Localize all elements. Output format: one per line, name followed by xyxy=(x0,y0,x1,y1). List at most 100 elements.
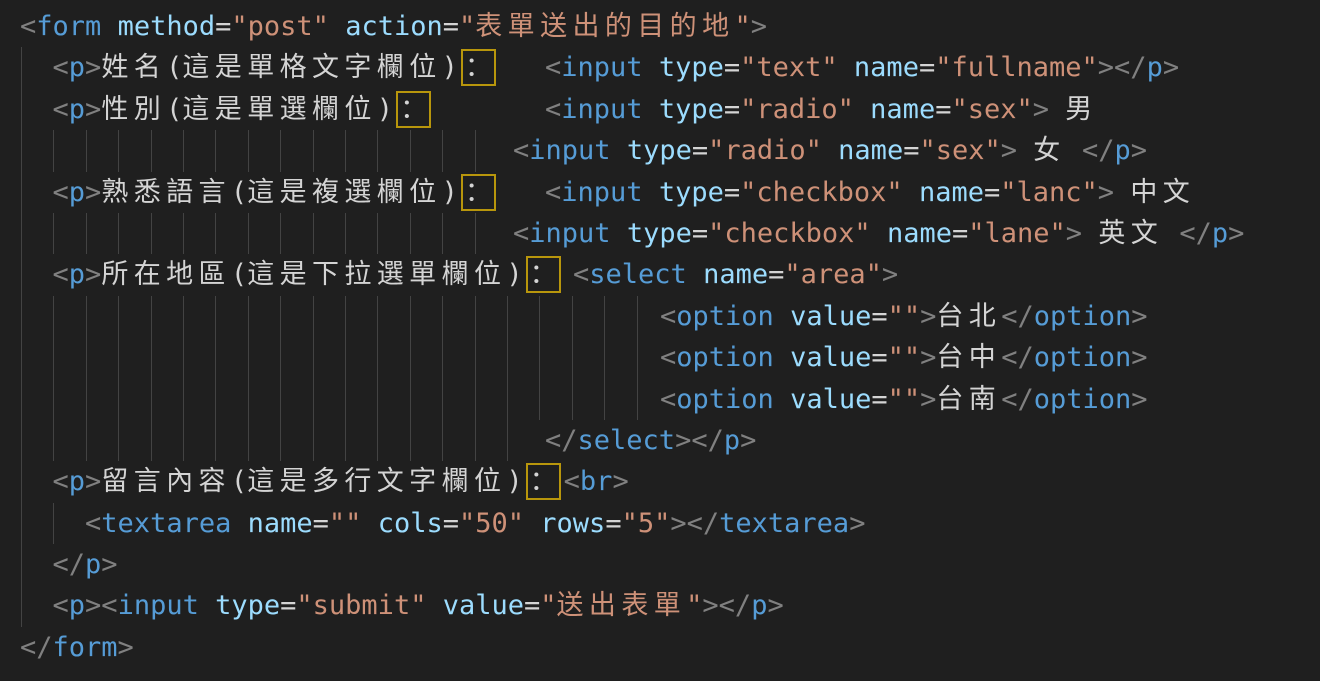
indent-guide xyxy=(183,420,184,461)
code-token: p xyxy=(1212,218,1228,249)
code-token: 這是下拉選單欄位 xyxy=(247,259,506,290)
code-token xyxy=(20,549,53,580)
indent-guide xyxy=(313,379,314,420)
code-token: p xyxy=(724,425,740,456)
indent-guide xyxy=(118,130,119,171)
code-token xyxy=(903,177,919,208)
code-line[interactable]: </p> xyxy=(0,544,1320,585)
unicode-highlight-colon: ： xyxy=(461,174,496,211)
indent-guide xyxy=(410,130,411,171)
code-token: "5" xyxy=(622,508,671,539)
code-token: " xyxy=(459,11,475,42)
indent-guide xyxy=(183,213,184,254)
indent-guide xyxy=(377,337,378,378)
code-line[interactable]: </select></p> xyxy=(0,420,1320,461)
code-token xyxy=(838,52,854,83)
code-line[interactable]: <form method="post" action="表單送出的目的地"> xyxy=(0,6,1320,47)
indent-guide xyxy=(86,130,87,171)
indent-guide xyxy=(53,420,54,461)
indent-guide xyxy=(572,337,573,378)
indent-guide xyxy=(215,420,216,461)
code-token: > xyxy=(85,94,101,125)
code-token: > xyxy=(1163,52,1179,83)
indent-guide xyxy=(604,379,605,420)
indent-guide xyxy=(151,130,152,171)
code-line[interactable]: <option value="">台北</option> xyxy=(0,296,1320,337)
code-editor[interactable]: <form method="post" action="表單送出的目的地"> <… xyxy=(0,0,1320,681)
code-line[interactable]: <p>姓名(這是單格文字欄位)：<input type="text" name=… xyxy=(0,47,1320,88)
code-token: < xyxy=(660,342,676,373)
code-token: "sex" xyxy=(951,94,1032,125)
code-line[interactable]: <p>留言內容(這是多行文字欄位)：<br> xyxy=(0,461,1320,502)
code-token: input xyxy=(561,52,642,83)
code-line[interactable]: <textarea name="" cols="50" rows="5"></t… xyxy=(0,503,1320,544)
code-line[interactable]: </form> xyxy=(0,627,1320,668)
code-token: > xyxy=(1098,177,1114,208)
code-token: option xyxy=(1034,301,1132,332)
code-line[interactable]: <option value="">台中</option> xyxy=(0,337,1320,378)
code-token xyxy=(1066,135,1082,166)
code-line[interactable]: <p><input type="submit" value="送出表單"></p… xyxy=(0,585,1320,626)
indent-guide xyxy=(118,296,119,337)
code-token: ( xyxy=(231,259,247,290)
code-line[interactable]: <p>所在地區(這是下拉選單欄位)：<select name="area"> xyxy=(0,254,1320,295)
code-token xyxy=(643,177,659,208)
indent-guide xyxy=(183,379,184,420)
code-token xyxy=(611,218,627,249)
code-token: </ xyxy=(53,549,86,580)
indent-guide xyxy=(507,379,508,420)
code-token: </ xyxy=(1001,384,1034,415)
code-token: name xyxy=(854,52,919,83)
indent-guide xyxy=(21,337,22,378)
code-token: > xyxy=(612,466,628,497)
code-token: > xyxy=(1131,384,1147,415)
indent-guide xyxy=(280,379,281,420)
code-token: form xyxy=(53,632,118,663)
code-token: > xyxy=(85,52,101,83)
code-token: "" xyxy=(888,342,921,373)
indent-guide xyxy=(637,337,638,378)
code-token: = xyxy=(768,259,784,290)
code-token: method xyxy=(118,11,216,42)
code-token xyxy=(199,590,215,621)
code-token xyxy=(20,177,53,208)
code-token xyxy=(643,94,659,125)
code-token: = xyxy=(871,342,887,373)
code-token: p xyxy=(1114,135,1130,166)
indent-guide xyxy=(86,213,87,254)
code-token: > xyxy=(920,384,936,415)
indent-guide xyxy=(248,379,249,420)
code-line[interactable]: <input type="checkbox" name="lane"> 英文 <… xyxy=(0,213,1320,254)
indent-guide xyxy=(475,213,476,254)
code-line[interactable]: <input type="radio" name="sex"> 女 </p> xyxy=(0,130,1320,171)
code-token: cols xyxy=(378,508,443,539)
code-token: "radio" xyxy=(708,135,822,166)
code-token: < xyxy=(573,259,589,290)
code-token: "" xyxy=(888,301,921,332)
code-token: 這是單格文字欄位 xyxy=(182,52,441,83)
code-line[interactable]: <p>熟悉語言(這是複選欄位)：<input type="checkbox" n… xyxy=(0,172,1320,213)
indent-guide xyxy=(215,130,216,171)
indent-guide xyxy=(53,296,54,337)
indent-guide xyxy=(377,296,378,337)
indent-guide xyxy=(86,296,87,337)
indent-guide xyxy=(183,296,184,337)
code-token xyxy=(1017,135,1033,166)
code-token: input xyxy=(561,177,642,208)
code-token: = xyxy=(605,508,621,539)
indent-guide xyxy=(280,337,281,378)
code-token: < xyxy=(53,259,69,290)
code-line[interactable]: <p>性別(這是單選欄位)：<input type="radio" name="… xyxy=(0,89,1320,130)
code-token: > xyxy=(101,549,117,580)
indent-guide xyxy=(280,213,281,254)
indent-guide xyxy=(248,130,249,171)
code-token: p xyxy=(69,52,85,83)
code-token: br xyxy=(580,466,613,497)
indent-guide xyxy=(442,337,443,378)
code-token: ) xyxy=(506,466,522,497)
code-token xyxy=(20,259,53,290)
code-segment: <input type="text" name="fullname"></p> xyxy=(545,47,1179,88)
code-line[interactable]: <option value="">台南</option> xyxy=(0,379,1320,420)
code-token: ) xyxy=(377,94,393,125)
code-token: = xyxy=(313,508,329,539)
